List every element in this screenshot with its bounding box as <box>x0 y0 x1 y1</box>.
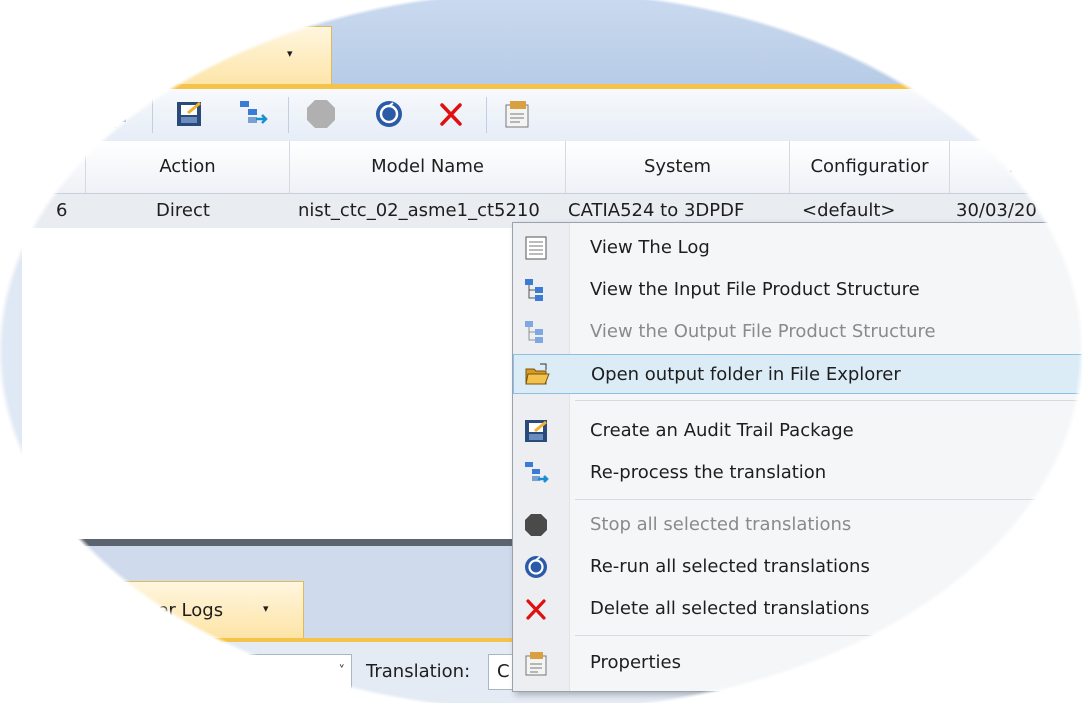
menu-item-rerun-selected[interactable]: Re-run all selected translations <box>513 547 1082 587</box>
menu-item-properties[interactable]: Properties <box>513 643 1082 683</box>
rerun-icon <box>523 554 549 580</box>
menu-separator <box>575 400 1082 401</box>
audit-package-icon <box>523 418 549 444</box>
menu-item-delete-selected[interactable]: Delete all selected translations <box>513 589 1082 629</box>
model-select[interactable]: \ ctc_02_asn ˅ <box>160 654 352 690</box>
toolbar-separator <box>152 97 153 133</box>
menu-item-label: View The Log <box>590 237 710 258</box>
tab-adverter-logs[interactable]: ADverter Logs ▾ <box>40 581 304 639</box>
menu-item-label: Open output folder in File Explorer <box>591 364 901 385</box>
menu-item-label: Re-process the translation <box>590 462 827 483</box>
menu-item-label: Stop all selected translations <box>590 514 852 535</box>
menu-item-view-input-structure[interactable]: View the Input File Product Structure <box>513 270 1082 310</box>
properties-icon <box>523 650 549 676</box>
reprocess-icon <box>523 460 549 486</box>
toolbar-separator <box>486 97 487 133</box>
model-select-value: \ ctc_02_asn <box>169 661 281 682</box>
row-id: 6 <box>56 200 68 221</box>
menu-item-stop-selected: Stop all selected translations <box>513 505 1082 545</box>
menu-separator <box>575 635 1082 636</box>
stop-icon[interactable] <box>304 97 338 131</box>
column-header-model-name[interactable]: Model Name <box>290 141 566 193</box>
tab-adverter-logs-label: ADverter Logs <box>95 600 224 621</box>
log-icon <box>523 235 549 261</box>
column-header-configuration[interactable]: Configuratior <box>790 141 950 193</box>
chevron-down-icon[interactable]: ˅ <box>339 655 346 689</box>
delete-icon[interactable] <box>434 97 468 131</box>
properties-icon[interactable] <box>500 97 534 131</box>
menu-item-open-output-folder[interactable]: Open output folder in File Explorer <box>513 354 1082 394</box>
menu-item-reprocess[interactable]: Re-process the translation <box>513 453 1082 493</box>
activity-toolbar <box>0 89 1082 142</box>
column-header-id[interactable] <box>0 141 86 193</box>
menu-item-create-audit-package[interactable]: Create an Audit Trail Package <box>513 411 1082 451</box>
success-check-icon: ✔ <box>30 198 49 223</box>
menu-separator <box>575 499 1082 500</box>
menu-item-label: View the Input File Product Structure <box>590 279 920 300</box>
rerun-icon[interactable] <box>372 97 406 131</box>
tab-dropdown-arrow-icon[interactable]: ▾ <box>287 47 293 60</box>
grid-header: Action Model Name System Configuratior D <box>0 141 1082 194</box>
menu-item-label: Create an Audit Trail Package <box>590 420 854 441</box>
menu-item-view-output-structure: View the Output File Product Structure <box>513 312 1082 352</box>
menu-item-label: Properties <box>590 652 681 673</box>
audit-package-icon[interactable] <box>172 97 206 131</box>
column-header-date[interactable]: D <box>950 141 1082 193</box>
menu-item-label: Delete all selected translations <box>590 598 870 619</box>
menu-item-view-log[interactable]: View The Log <box>513 228 1082 268</box>
column-header-action[interactable]: Action <box>86 141 290 193</box>
translation-label: Translation: <box>366 661 471 682</box>
tree-icon <box>523 277 549 303</box>
row-action: Direct <box>156 200 210 221</box>
translation-select-value: C <box>497 661 510 682</box>
menu-item-label: View the Output File Product Structure <box>590 321 936 342</box>
folder-icon <box>524 362 550 388</box>
tab-activity-label: ctivity <box>131 45 187 66</box>
column-header-system[interactable]: System <box>566 141 790 193</box>
toolbar-separator <box>288 97 289 133</box>
app-window: ctivity ▾ Action Model Name System Confi… <box>0 0 1082 703</box>
menu-item-label: Re-run all selected translations <box>590 556 870 577</box>
stop-icon <box>523 512 549 538</box>
reprocess-icon[interactable] <box>236 97 270 131</box>
document-tab-strip: ctivity ▾ <box>0 0 1082 89</box>
context-menu: View The Log View the Input File Product… <box>512 222 1082 692</box>
delete-icon <box>523 596 549 622</box>
structure-icon[interactable] <box>104 97 138 131</box>
tab-dropdown-arrow-icon[interactable]: ▾ <box>263 602 269 615</box>
tab-activity[interactable]: ctivity ▾ <box>0 26 332 88</box>
tree-icon <box>523 319 549 345</box>
